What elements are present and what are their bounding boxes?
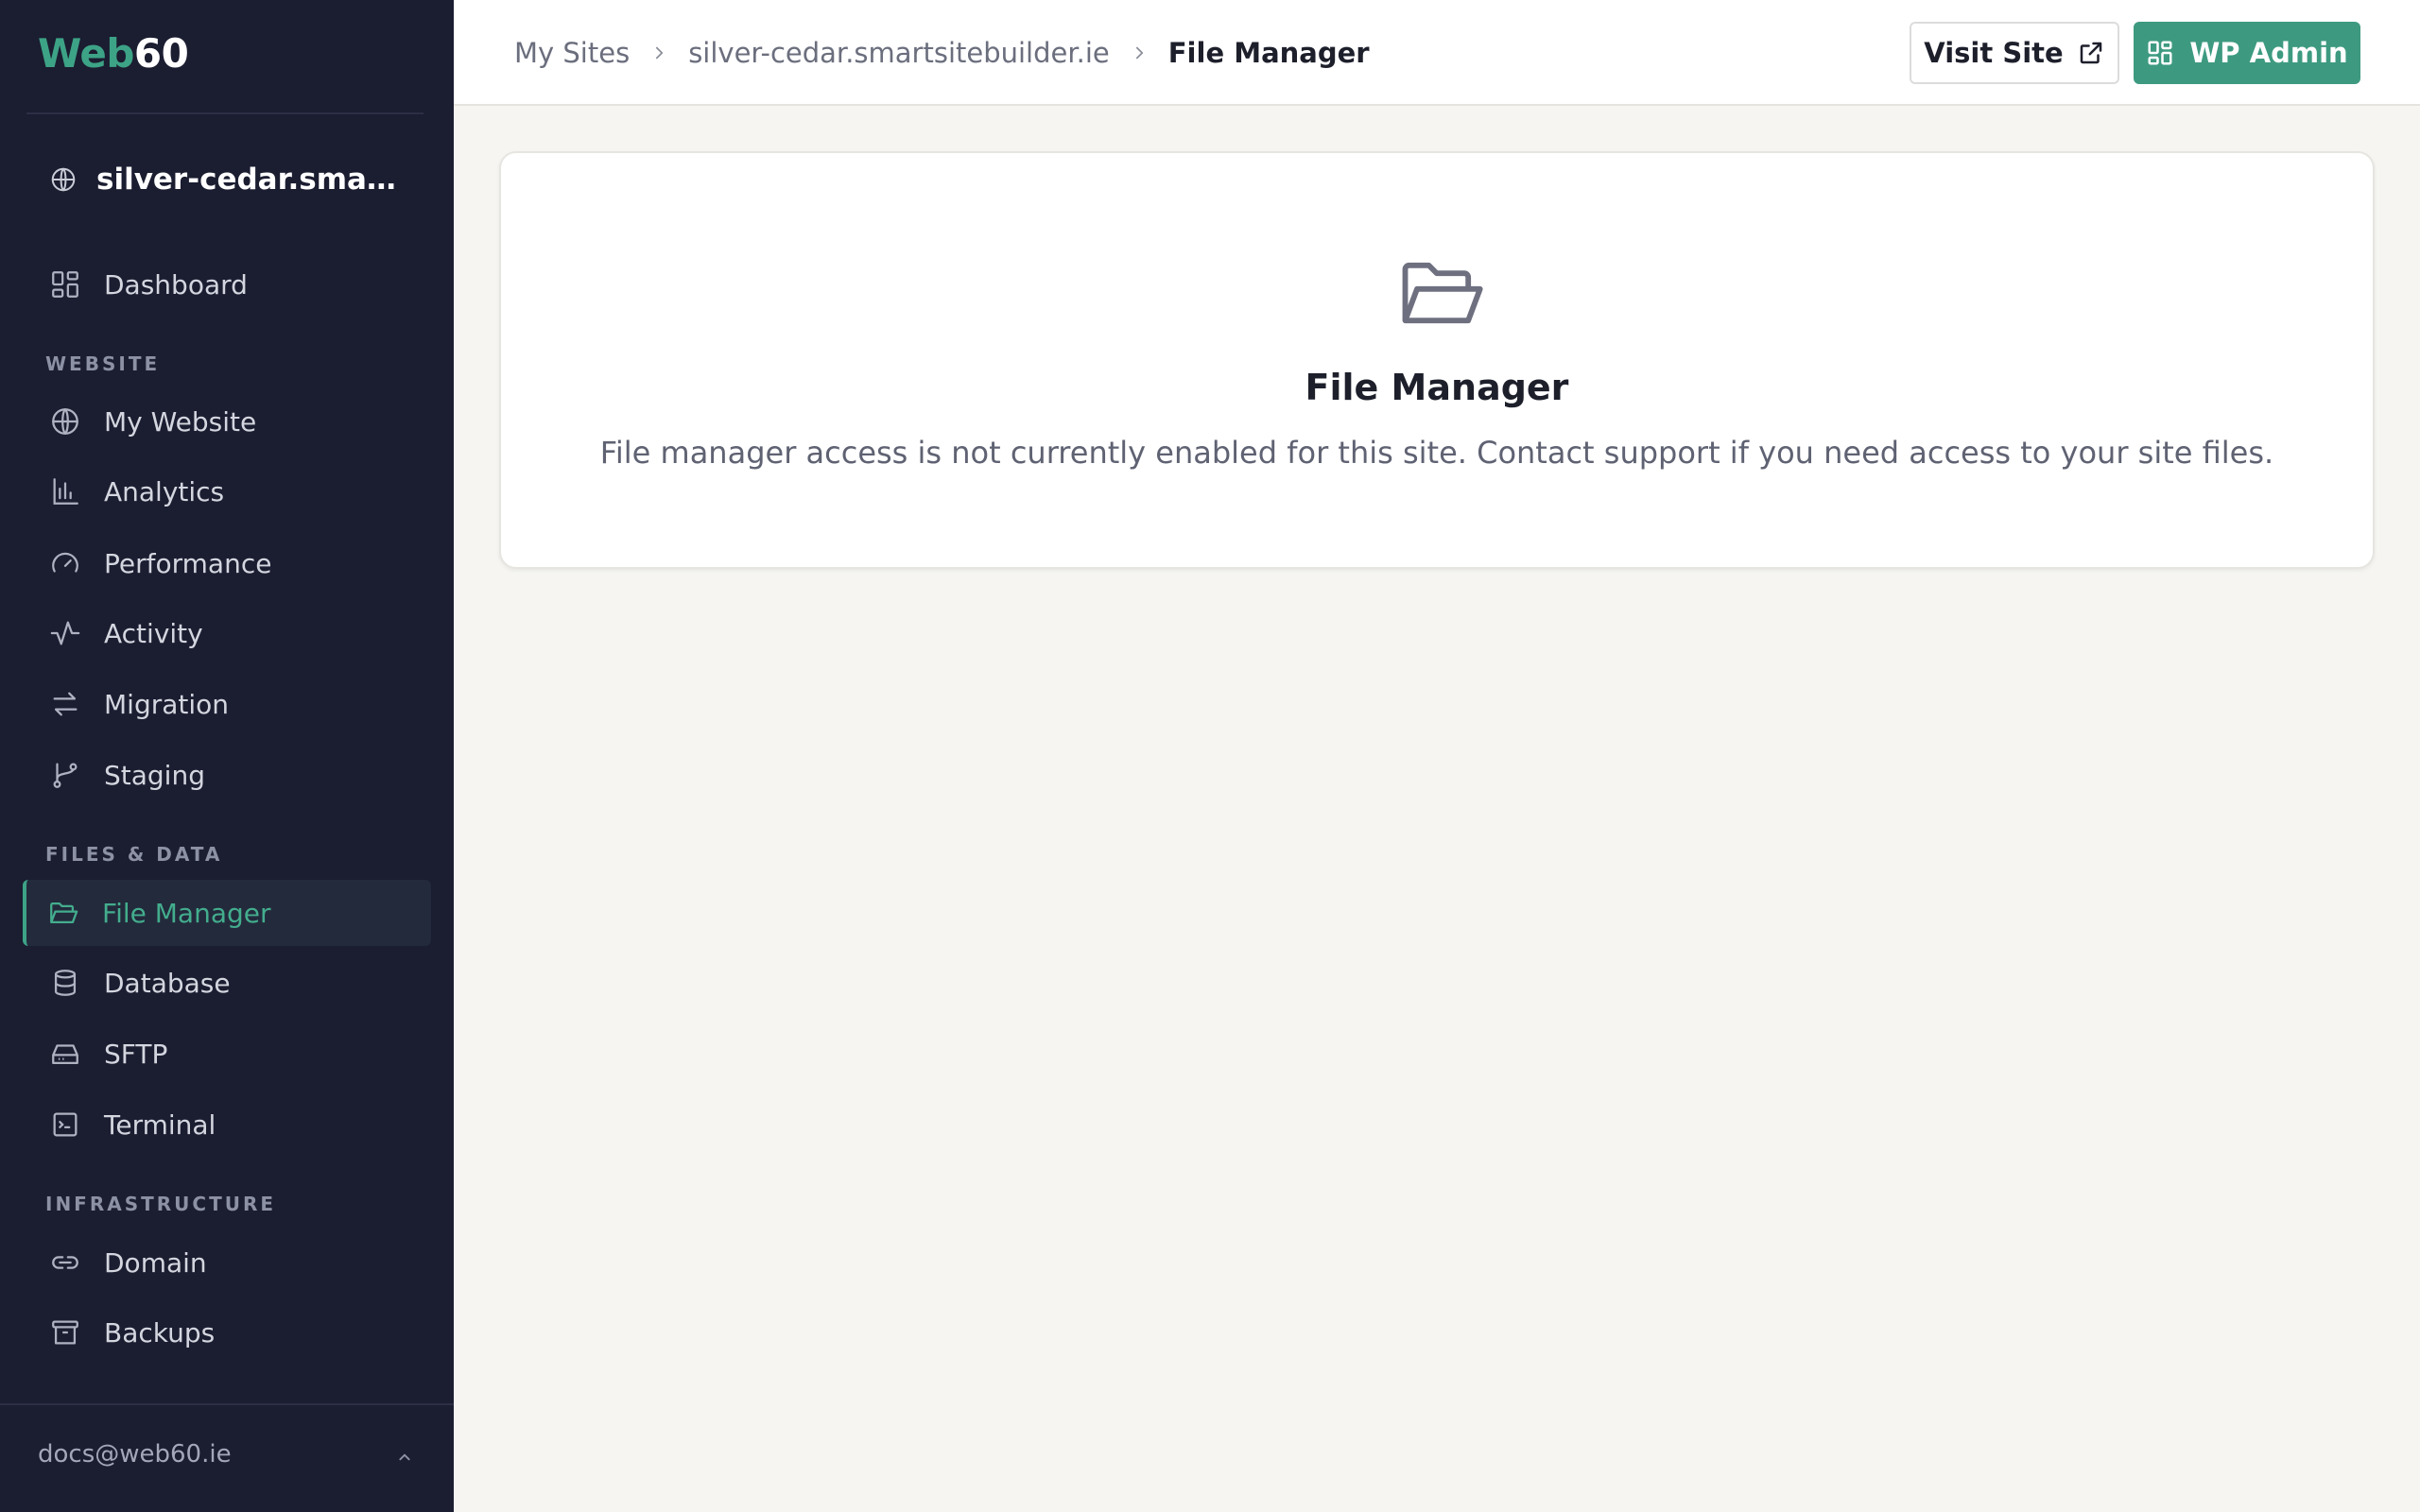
section-label-infrastructure: INFRASTRUCTURE [45, 1193, 277, 1215]
section-label-website: WEBSITE [45, 352, 161, 375]
external-link-icon [2080, 42, 2101, 64]
sidebar-item-label: Migration [104, 688, 230, 720]
sidebar-item-performance[interactable]: Performance [23, 530, 431, 596]
sidebar-item-label: Database [104, 967, 231, 999]
brand-logo-part2: 60 [133, 30, 189, 77]
folder-open-icon [1402, 262, 1483, 324]
sidebar-item-dashboard[interactable]: Dashboard [23, 251, 431, 318]
section-label-files-data: FILES & DATA [45, 843, 223, 866]
sidebar-item-label: SFTP [104, 1038, 168, 1070]
globe-icon [51, 167, 76, 192]
gauge-icon [52, 552, 78, 573]
sidebar-item-staging[interactable]: Staging [23, 742, 431, 808]
card-title: File Manager [1305, 367, 1569, 408]
breadcrumb-site[interactable]: silver-cedar.smartsitebuilder.ie [688, 37, 1110, 69]
hard-drive-icon [52, 1044, 78, 1065]
globe-icon [52, 408, 78, 435]
sidebar-footer-divider [0, 1403, 454, 1405]
sidebar: Web60 silver-cedar.smartsi… Dashboard WE… [0, 0, 454, 1512]
arrows-swap-icon [53, 692, 78, 716]
grid-icon [52, 271, 78, 298]
wp-admin-label: WP Admin [2189, 37, 2348, 69]
chevron-up-icon[interactable] [391, 1444, 418, 1470]
folder-open-icon [50, 902, 78, 924]
archive-icon [52, 1320, 78, 1345]
chevron-right-icon [656, 46, 664, 60]
sidebar-item-database[interactable]: Database [23, 950, 431, 1016]
link-icon [52, 1256, 78, 1269]
sidebar-item-backups[interactable]: Backups [23, 1299, 431, 1366]
site-selector-label: silver-cedar.smartsi… [96, 163, 399, 197]
wp-admin-button[interactable]: WP Admin [2134, 22, 2360, 84]
sidebar-item-analytics[interactable]: Analytics [23, 458, 431, 524]
sidebar-item-label: Analytics [104, 475, 225, 507]
sidebar-divider [26, 112, 424, 114]
database-icon [54, 970, 77, 996]
sidebar-item-label: File Manager [102, 897, 271, 929]
sidebar-item-terminal[interactable]: Terminal [23, 1091, 431, 1158]
chevron-right-icon [1135, 46, 1143, 60]
user-email[interactable]: docs@web60.ie [38, 1440, 232, 1469]
bar-chart-icon [53, 478, 78, 505]
card-message: File manager access is not currently ena… [599, 435, 2274, 471]
breadcrumb-my-sites[interactable]: My Sites [514, 37, 630, 69]
visit-site-label: Visit Site [1924, 37, 2064, 69]
sidebar-item-domain[interactable]: Domain [23, 1229, 431, 1296]
activity-icon [50, 621, 80, 645]
grid-icon [2148, 41, 2172, 65]
git-branch-icon [53, 763, 78, 788]
sidebar-item-label: Performance [104, 547, 272, 579]
sidebar-item-sftp[interactable]: SFTP [23, 1021, 431, 1087]
sidebar-item-label: Staging [104, 759, 205, 791]
visit-site-button[interactable]: Visit Site [1910, 22, 2119, 84]
brand-logo-part1: Web [38, 30, 134, 77]
sidebar-item-label: Backups [104, 1316, 216, 1349]
sidebar-item-my-website[interactable]: My Website [23, 388, 431, 455]
sidebar-item-activity[interactable]: Activity [23, 600, 431, 666]
site-selector[interactable]: silver-cedar.smartsi… [49, 157, 408, 202]
file-manager-card: File Manager File manager access is not … [499, 151, 2375, 569]
sidebar-item-label: Terminal [104, 1108, 216, 1141]
breadcrumb: My Sites silver-cedar.smartsitebuilder.i… [514, 0, 1370, 106]
brand-logo[interactable]: Web60 [38, 30, 189, 77]
sidebar-item-file-manager[interactable]: File Manager [23, 880, 431, 946]
top-header: My Sites silver-cedar.smartsitebuilder.i… [454, 0, 2420, 106]
sidebar-item-label: Dashboard [104, 268, 248, 301]
sidebar-item-migration[interactable]: Migration [23, 671, 431, 737]
breadcrumb-current: File Manager [1167, 37, 1370, 69]
sidebar-item-label: Domain [104, 1246, 207, 1279]
sidebar-item-label: Activity [104, 617, 203, 649]
terminal-icon [53, 1112, 78, 1137]
sidebar-item-label: My Website [104, 405, 257, 438]
